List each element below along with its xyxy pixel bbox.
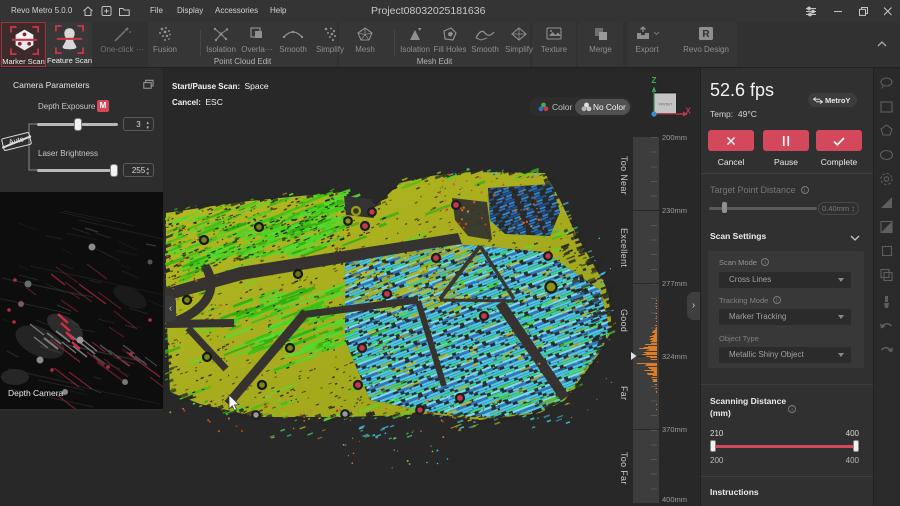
svg-text:R: R [702,29,710,40]
svg-text:FRONT: FRONT [659,102,673,107]
svg-text:Depth Camera: Depth Camera [8,388,64,398]
svg-text:Z: Z [652,76,657,85]
svg-text:X: X [686,107,692,116]
